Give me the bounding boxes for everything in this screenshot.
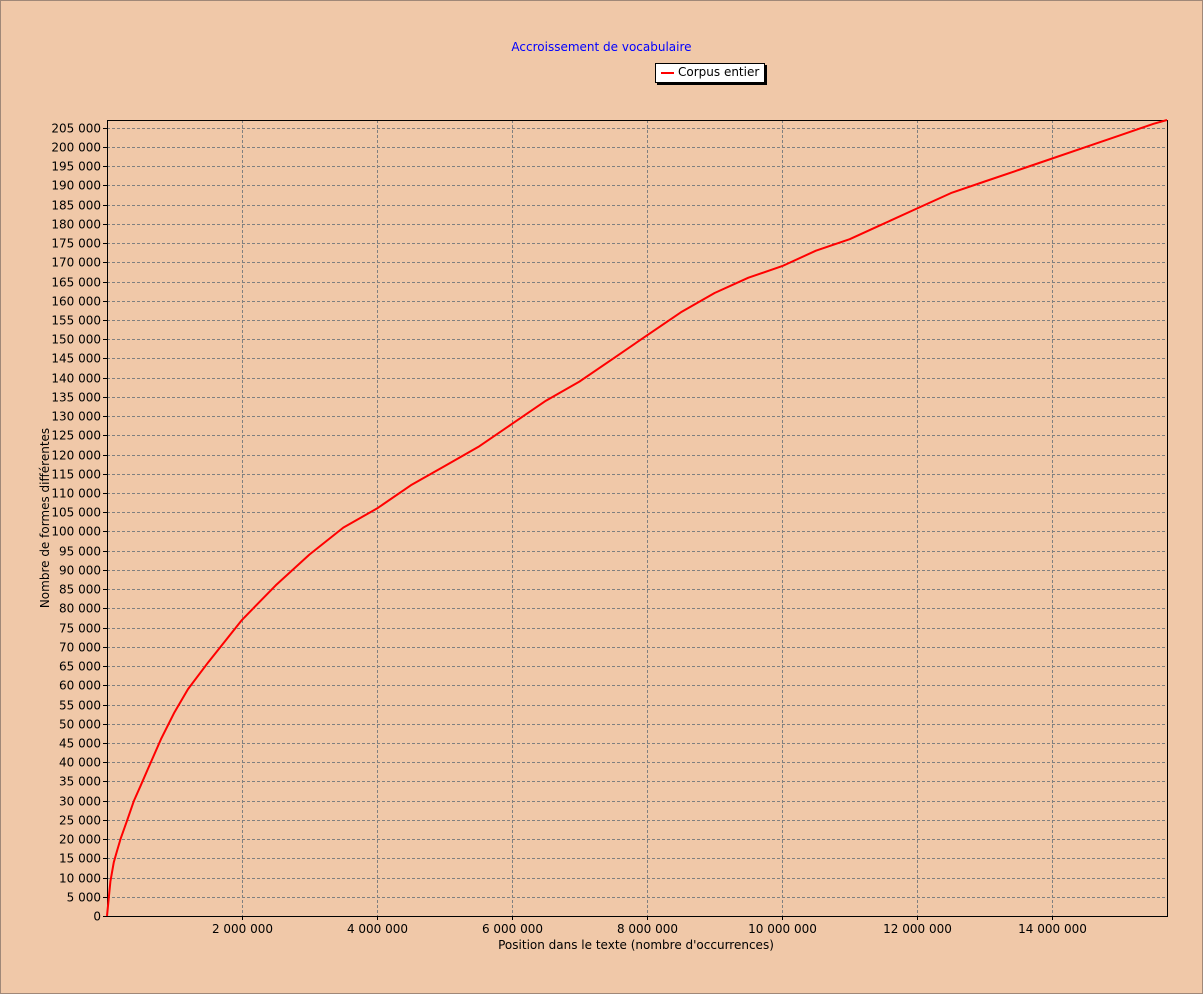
y-tick-label: 60 000 — [59, 679, 101, 693]
y-tick-label: 135 000 — [51, 391, 101, 405]
y-tick-label: 180 000 — [51, 218, 101, 232]
y-tick-label: 80 000 — [59, 602, 101, 616]
x-tick-label: 8 000 000 — [617, 922, 678, 936]
plot-frame — [107, 120, 1168, 917]
y-tick-label: 55 000 — [59, 699, 101, 713]
y-tick-label: 170 000 — [51, 256, 101, 270]
y-axis-label: Nombre de formes différentes — [38, 427, 52, 609]
y-tick-label: 130 000 — [51, 410, 101, 424]
y-tick-label: 200 000 — [51, 141, 101, 155]
y-tick-label: 125 000 — [51, 429, 101, 443]
y-tick-label: 50 000 — [59, 718, 101, 732]
y-tick-label: 140 000 — [51, 372, 101, 386]
y-tick-label: 100 000 — [51, 525, 101, 539]
y-tick-label: 105 000 — [51, 506, 101, 520]
y-tick-label: 5 000 — [67, 891, 101, 905]
x-tick-label: 12 000 000 — [883, 922, 952, 936]
series-line — [106, 119, 1168, 917]
y-tick-label: 110 000 — [51, 487, 101, 501]
y-tick-label: 165 000 — [51, 276, 101, 290]
y-tick-label: 160 000 — [51, 295, 101, 309]
x-tick-label: 4 000 000 — [347, 922, 408, 936]
y-tick-label: 0 — [93, 910, 101, 924]
y-tick-label: 190 000 — [51, 179, 101, 193]
y-tick-label: 70 000 — [59, 641, 101, 655]
y-tick-label: 75 000 — [59, 622, 101, 636]
y-tick-label: 10 000 — [59, 872, 101, 886]
y-tick-label: 205 000 — [51, 122, 101, 136]
y-tick-label: 65 000 — [59, 660, 101, 674]
x-tick-label: 2 000 000 — [212, 922, 273, 936]
y-tick-label: 40 000 — [59, 756, 101, 770]
y-tick-label: 15 000 — [59, 852, 101, 866]
x-axis-label: Position dans le texte (nombre d'occurre… — [498, 938, 774, 952]
y-tick-label: 155 000 — [51, 314, 101, 328]
y-tick-label: 95 000 — [59, 545, 101, 559]
y-tick-label: 45 000 — [59, 737, 101, 751]
y-tick-label: 30 000 — [59, 795, 101, 809]
x-tick-label: 10 000 000 — [748, 922, 817, 936]
y-tick-label: 145 000 — [51, 352, 101, 366]
x-tick-label: 6 000 000 — [482, 922, 543, 936]
x-tick-label: 14 000 000 — [1018, 922, 1087, 936]
y-tick-label: 20 000 — [59, 833, 101, 847]
y-tick-label: 185 000 — [51, 199, 101, 213]
y-tick-label: 115 000 — [51, 468, 101, 482]
plot-area: 0 5 000 10 000 15 000 20 000 25 000 30 000 35 0… — [51, 119, 1168, 936]
y-tick-label: 175 000 — [51, 237, 101, 251]
y-tick-label: 120 000 — [51, 449, 101, 463]
y-tick-label: 85 000 — [59, 583, 101, 597]
y-tick-label: 90 000 — [59, 564, 101, 578]
y-tick-label: 35 000 — [59, 775, 101, 789]
y-tick-label: 25 000 — [59, 814, 101, 828]
y-tick-label: 195 000 — [51, 160, 101, 174]
y-tick-label: 150 000 — [51, 333, 101, 347]
